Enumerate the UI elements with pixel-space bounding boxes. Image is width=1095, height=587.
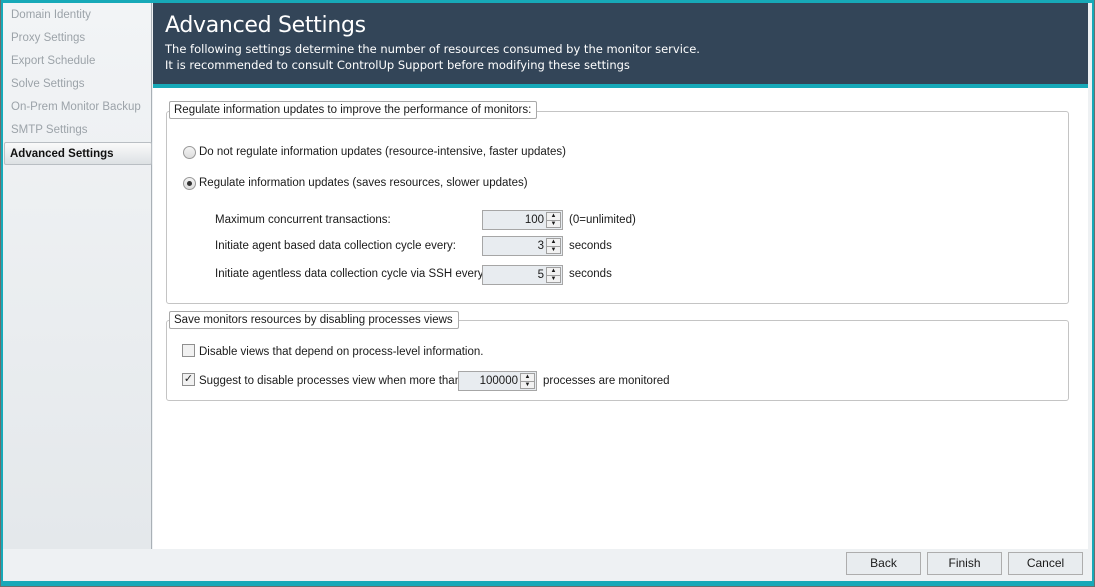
stepper-arrows[interactable]: ▲ ▼ — [520, 373, 535, 389]
radio-regulate-label[interactable]: Regulate information updates (saves reso… — [199, 177, 528, 189]
sidebar-item-export-schedule[interactable]: Export Schedule — [11, 55, 95, 67]
radio-regulate[interactable] — [183, 177, 196, 190]
sidebar-item-proxy-settings[interactable]: Proxy Settings — [11, 32, 85, 44]
sidebar: Domain Identity Proxy Settings Export Sc… — [3, 3, 152, 549]
stepper-arrows[interactable]: ▲ ▼ — [546, 212, 561, 228]
stepper-arrows[interactable]: ▲ ▼ — [546, 238, 561, 254]
window-frame: Domain Identity Proxy Settings Export Sc… — [1, 0, 1094, 586]
ssh-cycle-suffix: seconds — [569, 268, 612, 280]
ssh-cycle-label: Initiate agentless data collection cycle… — [215, 268, 487, 280]
down-arrow-icon[interactable]: ▼ — [521, 381, 534, 388]
process-threshold-value[interactable]: 100000 — [480, 375, 518, 387]
max-transactions-label: Maximum concurrent transactions: — [215, 214, 391, 226]
ssh-cycle-value[interactable]: 5 — [538, 269, 544, 281]
regulate-group-legend: Regulate information updates to improve … — [169, 101, 538, 119]
max-transactions-suffix: (0=unlimited) — [569, 214, 636, 226]
radio-do-not-regulate-label[interactable]: Do not regulate information updates (res… — [199, 146, 566, 158]
stepper-arrows[interactable]: ▲ ▼ — [546, 267, 561, 283]
process-threshold-suffix: processes are monitored — [543, 375, 670, 387]
page-title: Advanced Settings — [165, 13, 366, 38]
suggest-disable-checkbox[interactable]: ✓ — [182, 373, 195, 386]
finish-button[interactable]: Finish — [927, 552, 1002, 575]
wizard-window: Domain Identity Proxy Settings Export Sc… — [3, 3, 1092, 581]
back-button[interactable]: Back — [846, 552, 921, 575]
max-transactions-value[interactable]: 100 — [525, 214, 544, 226]
agent-cycle-label: Initiate agent based data collection cyc… — [215, 240, 457, 252]
agent-cycle-value[interactable]: 3 — [538, 240, 544, 252]
cancel-button[interactable]: Cancel — [1008, 552, 1083, 575]
down-arrow-icon[interactable]: ▼ — [547, 220, 560, 227]
page-description-2: It is recommended to consult ControlUp S… — [165, 58, 630, 72]
disable-views-label[interactable]: Disable views that depend on process-lev… — [199, 346, 483, 358]
page-header: Advanced Settings The following settings… — [153, 3, 1088, 88]
disable-views-checkbox[interactable] — [182, 344, 195, 357]
agent-cycle-stepper[interactable]: 3 ▲ ▼ — [482, 236, 563, 256]
footer: Back Finish Cancel — [3, 549, 1092, 581]
suggest-disable-label[interactable]: Suggest to disable processes view when m… — [199, 375, 461, 387]
ssh-cycle-stepper[interactable]: 5 ▲ ▼ — [482, 265, 563, 285]
process-threshold-stepper[interactable]: 100000 ▲ ▼ — [458, 371, 537, 391]
down-arrow-icon[interactable]: ▼ — [547, 246, 560, 253]
processes-group — [166, 320, 1069, 401]
sidebar-item-smtp-settings[interactable]: SMTP Settings — [11, 124, 88, 136]
sidebar-item-domain-identity[interactable]: Domain Identity — [11, 9, 91, 21]
processes-group-legend: Save monitors resources by disabling pro… — [169, 311, 459, 329]
checkmark-icon: ✓ — [183, 373, 194, 385]
radio-do-not-regulate[interactable] — [183, 146, 196, 159]
page-description-1: The following settings determine the num… — [165, 42, 700, 56]
max-transactions-stepper[interactable]: 100 ▲ ▼ — [482, 210, 563, 230]
down-arrow-icon[interactable]: ▼ — [547, 275, 560, 282]
up-arrow-icon[interactable]: ▲ — [521, 374, 534, 381]
sidebar-item-on-prem-monitor-backup[interactable]: On-Prem Monitor Backup — [11, 101, 141, 113]
sidebar-item-advanced-settings[interactable]: Advanced Settings — [4, 142, 152, 165]
main-panel: Advanced Settings The following settings… — [153, 3, 1088, 549]
up-arrow-icon[interactable]: ▲ — [547, 239, 560, 246]
up-arrow-icon[interactable]: ▲ — [547, 268, 560, 275]
agent-cycle-suffix: seconds — [569, 240, 612, 252]
up-arrow-icon[interactable]: ▲ — [547, 213, 560, 220]
sidebar-item-solve-settings[interactable]: Solve Settings — [11, 78, 85, 90]
right-edge — [1088, 3, 1092, 549]
